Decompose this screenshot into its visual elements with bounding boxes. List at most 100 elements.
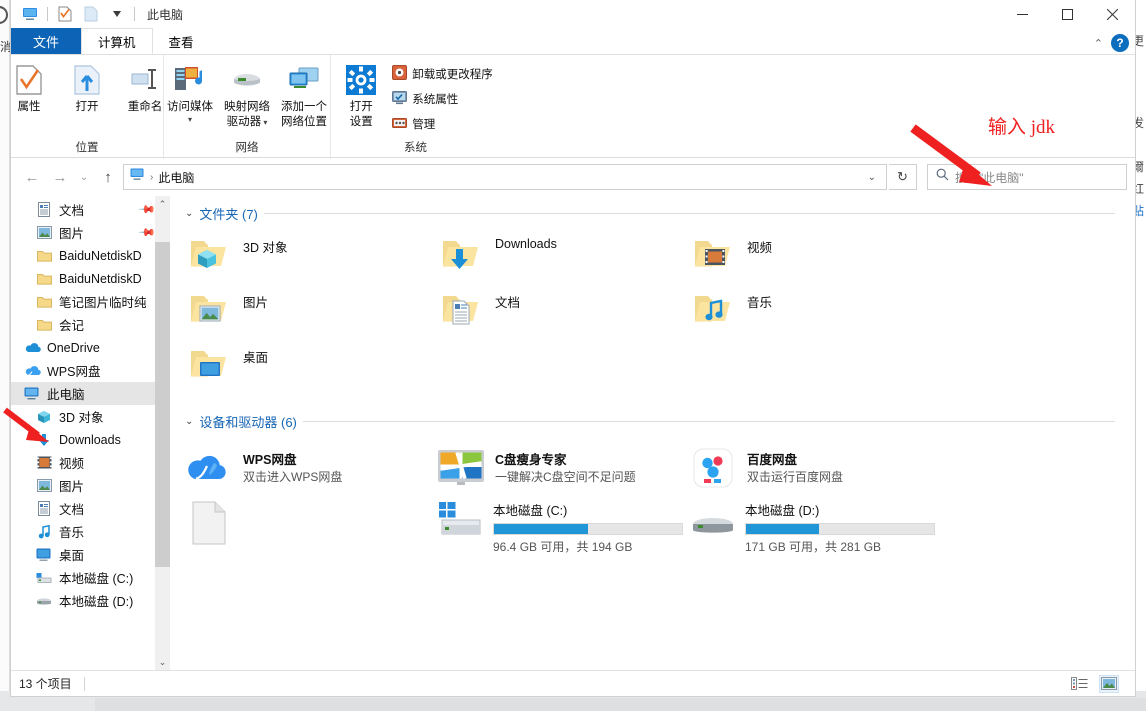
help-icon[interactable]: ?	[1111, 34, 1129, 52]
ribbon-button-add-network-location[interactable]: 添加一个 网络位置	[277, 59, 332, 130]
ribbon-group-location-label: 位置	[75, 142, 99, 154]
window-title: 此电脑	[147, 7, 184, 22]
sidebar-item-notes-images[interactable]: 笔记图片临时纯	[11, 290, 170, 313]
scrollbar-thumb[interactable]	[155, 242, 170, 567]
recent-locations-button[interactable]: ⌄	[75, 164, 93, 190]
devices-section-title: 设备和驱动器 (6)	[199, 415, 297, 430]
folder-item[interactable]: 文档	[437, 284, 689, 339]
ribbon-button-system-properties[interactable]: 系统属性	[392, 90, 493, 108]
device-item-wps[interactable]: WPS网盘 双击进入WPS网盘	[185, 441, 437, 496]
desktop-icon	[35, 548, 53, 561]
address-bar[interactable]: › 此电脑 ⌄	[123, 164, 887, 190]
sidebar-item-baidunetdisk-2[interactable]: BaiduNetdiskD	[11, 267, 170, 290]
up-button[interactable]: ↑	[95, 164, 121, 190]
sidebar-item-documents-quick[interactable]: 文档 📌	[11, 198, 170, 221]
sidebar-item-drive-c[interactable]: 本地磁盘 (C:)	[11, 566, 170, 589]
tab-computer[interactable]: 计算机	[81, 28, 153, 54]
device-item-meta: C盘瘦身专家 一键解决C盘空间不足问题	[495, 445, 636, 485]
ribbon-button-manage[interactable]: 管理	[392, 115, 493, 133]
folder-item[interactable]: 桌面	[185, 339, 437, 394]
navigation-list: 文档 📌 图片 📌 BaiduNetdiskD BaiduNetdiskD 笔记…	[11, 196, 170, 612]
device-item-blank[interactable]	[185, 496, 437, 551]
sidebar-item-3d-objects[interactable]: 3D 对象	[11, 405, 170, 428]
chevron-down-icon[interactable]: ⌄	[185, 416, 193, 427]
ribbon-button-uninstall-program[interactable]: 卸载或更改程序	[392, 65, 493, 83]
search-icon	[936, 168, 949, 186]
sidebar-item-downloads[interactable]: Downloads	[11, 428, 170, 451]
sidebar-item-onedrive[interactable]: OneDrive	[11, 336, 170, 359]
sidebar-item-label: 3D 对象	[59, 411, 104, 425]
folder-item[interactable]: Downloads	[437, 229, 689, 284]
qat-divider-1	[47, 7, 48, 21]
blank-file-icon	[185, 500, 233, 546]
folder-item[interactable]: 图片	[185, 284, 437, 339]
ribbon-group-system-label: 系统	[404, 142, 427, 154]
tab-right-controls: ⌃ ?	[1094, 34, 1129, 52]
ribbon-button-properties[interactable]: 属性	[1, 59, 57, 115]
devices-section-header[interactable]: ⌄ 设备和驱动器 (6)	[171, 394, 1135, 433]
maximize-button[interactable]	[1045, 0, 1090, 28]
title-bar: 此电脑	[11, 0, 1135, 28]
details-view-icon[interactable]	[1069, 675, 1089, 693]
sidebar-item-videos[interactable]: 视频	[11, 451, 170, 474]
sidebar-scrollbar[interactable]: ⌃ ⌄	[155, 196, 170, 670]
device-item-drive-d[interactable]: 本地磁盘 (D:) 171 GB 可用，共 281 GB	[689, 496, 941, 554]
computer-icon[interactable]	[17, 3, 43, 25]
sidebar-item-baidunetdisk-1[interactable]: BaiduNetdiskD	[11, 244, 170, 267]
ribbon-button-properties-label: 属性	[17, 101, 41, 113]
minimize-button[interactable]	[1000, 0, 1045, 28]
breadcrumb-this-pc[interactable]: 此电脑	[158, 169, 194, 186]
sidebar-item-documents[interactable]: 文档	[11, 497, 170, 520]
search-input[interactable]: 搜索"此电脑"	[927, 164, 1127, 190]
ribbon-button-open[interactable]: 打开	[59, 59, 115, 115]
disk-cleaner-icon	[437, 445, 485, 491]
folder-item[interactable]: 3D 对象	[185, 229, 437, 284]
sidebar-item-label: Downloads	[59, 432, 121, 447]
collapse-ribbon-icon[interactable]: ⌃	[1094, 37, 1103, 50]
search-placeholder: 搜索"此电脑"	[955, 170, 1024, 185]
tab-view[interactable]: 查看	[153, 28, 210, 54]
settings-gear-icon	[346, 63, 377, 97]
sidebar-item-pictures-quick[interactable]: 图片 📌	[11, 221, 170, 244]
forward-button[interactable]: →	[47, 164, 73, 190]
chevron-down-icon[interactable]	[104, 3, 130, 25]
sidebar-item-label: WPS网盘	[47, 365, 101, 379]
large-icons-view-icon[interactable]	[1099, 674, 1119, 693]
device-item-disk-cleaner[interactable]: C盘瘦身专家 一键解决C盘空间不足问题	[437, 441, 689, 496]
add-network-line1: 添加一个	[281, 101, 327, 113]
chevron-down-icon[interactable]: ▾	[261, 118, 267, 127]
device-item-drive-c[interactable]: 本地磁盘 (C:) 96.4 GB 可用，共 194 GB	[437, 496, 689, 554]
chevron-down-icon[interactable]: ⌄	[185, 208, 193, 219]
sidebar-item-wps-cloud[interactable]: WPS网盘	[11, 359, 170, 382]
close-button[interactable]	[1090, 0, 1135, 28]
sidebar-item-label: 音乐	[59, 526, 85, 540]
pin-icon[interactable]: 📌	[138, 200, 157, 219]
pin-icon[interactable]: 📌	[138, 223, 157, 242]
sidebar-item-music[interactable]: 音乐	[11, 520, 170, 543]
properties-icon[interactable]	[52, 3, 78, 25]
item-count-text: 13 个项目	[19, 677, 72, 691]
folders-section-header[interactable]: ⌄ 文件夹 (7)	[171, 196, 1135, 225]
map-drive-line1: 映射网络	[224, 101, 270, 113]
open-icon	[73, 63, 101, 97]
sidebar-item-huiji[interactable]: 会记	[11, 313, 170, 336]
scroll-up-icon[interactable]: ⌃	[155, 196, 170, 212]
device-item-baidu-netdisk[interactable]: 百度网盘 双击运行百度网盘	[689, 441, 941, 496]
sidebar-item-pictures[interactable]: 图片	[11, 474, 170, 497]
chevron-down-icon[interactable]: ▾	[188, 115, 192, 124]
new-folder-icon[interactable]	[78, 3, 104, 25]
ribbon-button-map-drive[interactable]: 映射网络 驱动器 ▾	[220, 59, 275, 130]
sidebar-item-this-pc[interactable]: 此电脑	[11, 382, 170, 405]
folder-item[interactable]: 音乐	[689, 284, 941, 339]
sidebar-item-desktop[interactable]: 桌面	[11, 543, 170, 566]
sidebar-item-label: 笔记图片临时纯	[59, 296, 147, 310]
back-button[interactable]: ←	[19, 164, 45, 190]
ribbon-button-access-media[interactable]: 访问媒体 ▾	[163, 59, 218, 124]
address-dropdown-icon[interactable]: ⌄	[868, 172, 880, 183]
ribbon-button-open-settings[interactable]: 打开 设置	[338, 59, 384, 130]
tab-file[interactable]: 文件	[11, 28, 82, 54]
sidebar-item-drive-d[interactable]: 本地磁盘 (D:)	[11, 589, 170, 612]
folder-item[interactable]: 视频	[689, 229, 941, 284]
refresh-button[interactable]: ↻	[889, 164, 917, 190]
scroll-down-icon[interactable]: ⌄	[155, 654, 170, 670]
